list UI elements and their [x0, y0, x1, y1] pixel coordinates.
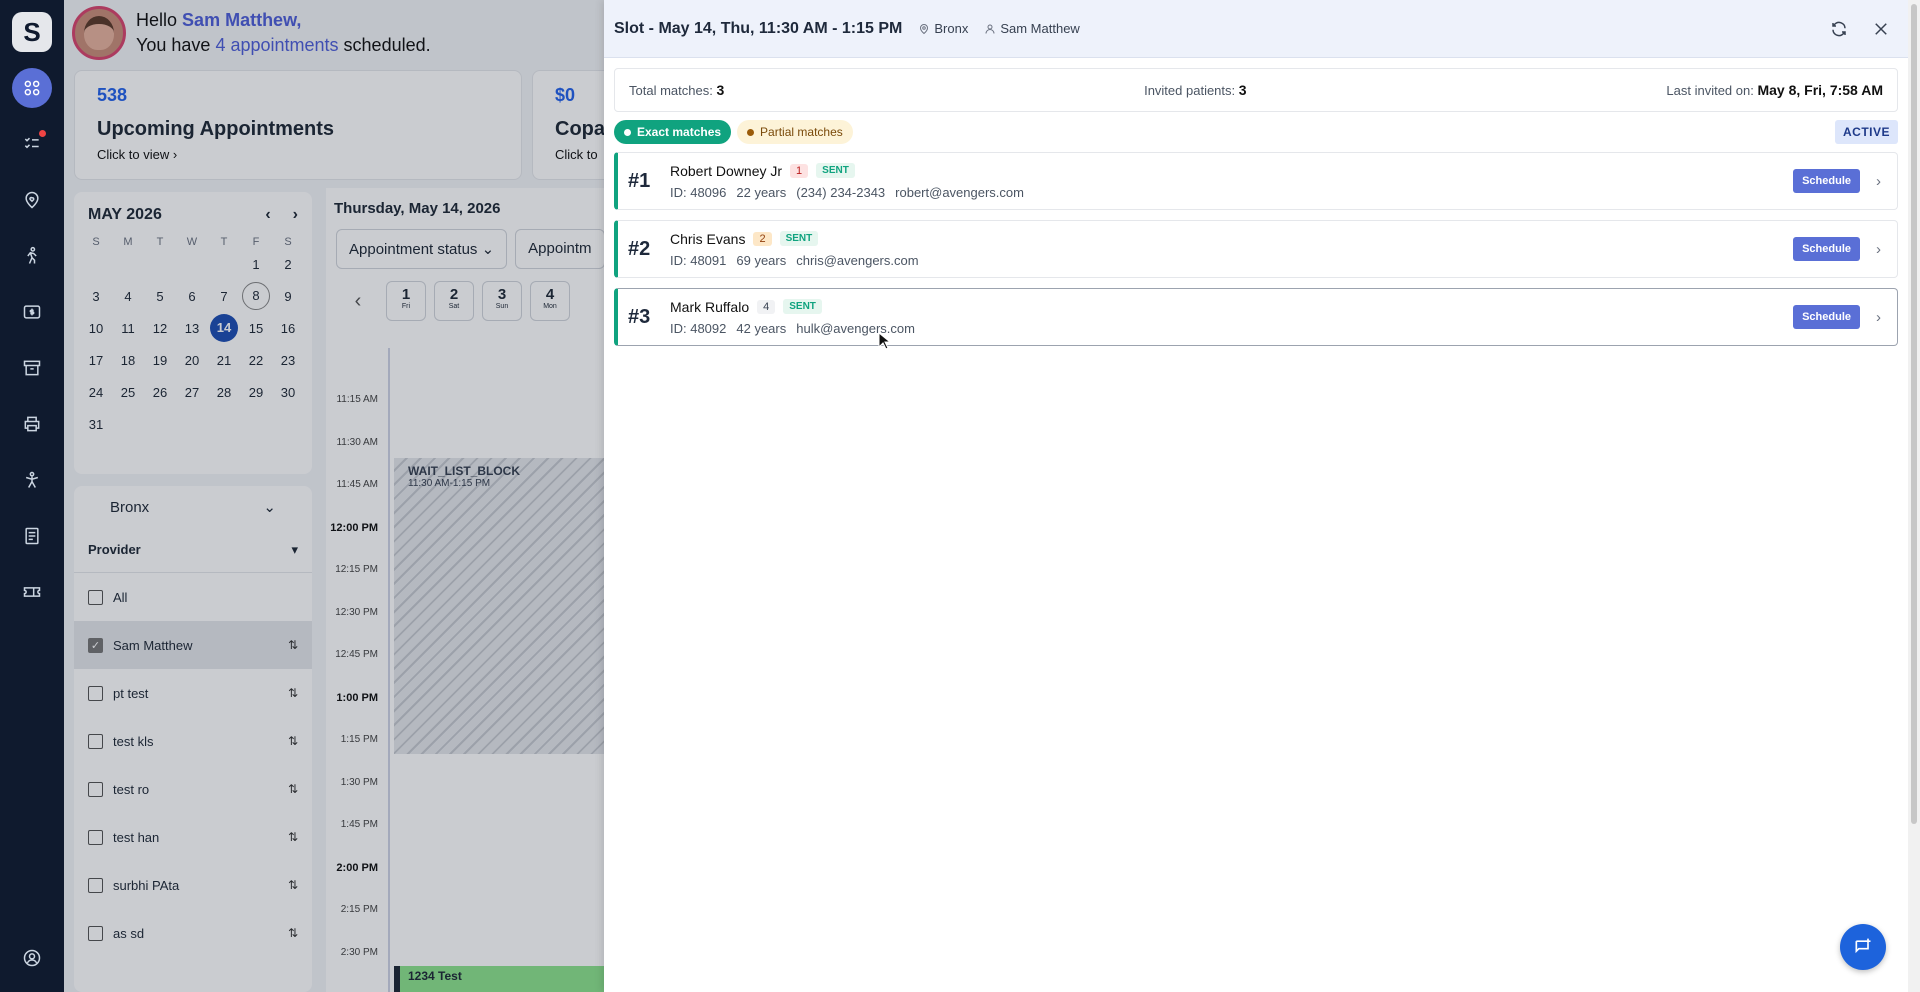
match-list: #1 Robert Downey Jr 1 SENT ID: 48096 22 years… [614, 152, 1898, 346]
patient-header: Mark Ruffalo 4 SENT [670, 299, 1793, 315]
app-logo[interactable]: S [12, 12, 52, 52]
patient-details: ID: 48096 22 years (234) 234-2343 robert@av… [670, 185, 1793, 200]
chat-icon [1855, 938, 1871, 954]
location-heart-icon[interactable] [12, 180, 52, 220]
patient-info: Robert Downey Jr 1 SENT ID: 48096 22 years (2… [670, 163, 1793, 200]
refresh-icon[interactable] [1830, 20, 1848, 38]
scrollbar[interactable] [1908, 0, 1920, 992]
patient-header: Chris Evans 2 SENT [670, 231, 1793, 247]
notification-dot [39, 130, 46, 137]
schedule-button[interactable]: Schedule [1793, 305, 1860, 329]
match-row[interactable]: #3 Mark Ruffalo 4 SENT ID: 48092 42 years hulk… [614, 288, 1898, 346]
last-invited-label: Last invited on: [1666, 83, 1754, 98]
drawer-header: Slot - May 14, Thu, 11:30 AM - 1:15 PM B… [604, 0, 1908, 58]
priority-badge: 2 [753, 231, 772, 246]
sidebar: S [0, 0, 64, 992]
sent-badge: SENT [783, 299, 822, 314]
tab-label: Partial matches [760, 125, 843, 139]
sent-badge: SENT [779, 231, 819, 246]
patient-details: ID: 48092 42 years hulk@avengers.com [670, 321, 1793, 336]
patient-header: Robert Downey Jr 1 SENT [670, 163, 1793, 179]
patient-id: ID: 48092 [670, 320, 727, 336]
slot-provider: Sam Matthew [984, 21, 1080, 36]
close-icon[interactable] [1872, 20, 1890, 38]
match-row[interactable]: #1 Robert Downey Jr 1 SENT ID: 48096 22 years… [614, 152, 1898, 210]
match-rank: #2 [628, 237, 651, 260]
chevron-right-icon[interactable]: › [1876, 241, 1881, 258]
patient-age: 22 years [736, 184, 787, 200]
patient-id: ID: 48096 [670, 184, 727, 200]
patient-email: robert@avengers.com [895, 184, 1024, 200]
patient-email: hulk@avengers.com [796, 320, 915, 336]
schedule-button[interactable]: Schedule [1793, 169, 1860, 193]
document-icon[interactable] [12, 516, 52, 556]
match-row[interactable]: #2 Chris Evans 2 SENT ID: 48091 69 years chris… [614, 220, 1898, 278]
billing-icon[interactable] [12, 292, 52, 332]
schedule-button[interactable]: Schedule [1793, 237, 1860, 261]
match-summary: Total matches: 3 Invited patients: 3 Las… [614, 68, 1898, 112]
patient-phone: (234) 234-2343 [796, 184, 886, 200]
location-text: Bronx [934, 21, 969, 36]
user-circle-icon[interactable] [12, 938, 52, 978]
patient-info: Chris Evans 2 SENT ID: 48091 69 years chris@a… [670, 231, 1793, 268]
patient-age: 69 years [736, 252, 787, 268]
patient-name[interactable]: Mark Ruffalo [670, 299, 749, 315]
tab-label: Exact matches [637, 125, 722, 139]
slot-drawer: Slot - May 14, Thu, 11:30 AM - 1:15 PM B… [604, 0, 1908, 992]
chevron-right-icon[interactable]: › [1876, 309, 1881, 326]
patient-email: chris@avengers.com [796, 252, 919, 268]
invited-patients-label: Invited patients: [1144, 83, 1236, 98]
patient-name[interactable]: Robert Downey Jr [670, 163, 782, 179]
chevron-right-icon[interactable]: › [1876, 173, 1881, 190]
dashboard-icon[interactable] [12, 68, 52, 108]
task-list-icon[interactable] [12, 124, 52, 164]
total-matches-value: 3 [716, 82, 725, 98]
match-rank: #1 [628, 169, 651, 192]
patient-id: ID: 48091 [670, 252, 727, 268]
tab-exact-matches[interactable]: Exact matches [614, 120, 732, 144]
patient-details: ID: 48091 69 years chris@avengers.com [670, 253, 1793, 268]
patient-age: 42 years [736, 320, 787, 336]
tab-partial-matches[interactable]: Partial matches [737, 120, 853, 144]
invited-patients-value: 3 [1238, 82, 1247, 98]
total-matches-label: Total matches: [629, 83, 713, 98]
ticket-icon[interactable] [12, 572, 52, 612]
printer-icon[interactable] [12, 404, 52, 444]
match-rank: #3 [628, 305, 651, 328]
priority-badge: 1 [790, 163, 809, 178]
exercise-icon[interactable] [12, 460, 52, 500]
person-icon [985, 24, 995, 34]
modal-backdrop[interactable] [64, 0, 604, 992]
walking-person-icon[interactable] [12, 236, 52, 276]
sent-badge: SENT [816, 163, 855, 178]
provider-text: Sam Matthew [1000, 21, 1080, 36]
drawer-title: Slot - May 14, Thu, 11:30 AM - 1:15 PM [614, 19, 903, 37]
status-badge: ACTIVE [1834, 120, 1898, 144]
location-pin-icon [920, 23, 929, 34]
slot-location: Bronx [918, 21, 968, 36]
last-invited-value: May 8, Fri, 7:58 AM [1757, 82, 1883, 98]
archive-icon[interactable] [12, 348, 52, 388]
patient-name[interactable]: Chris Evans [670, 231, 745, 247]
mouse-cursor-icon [878, 332, 890, 350]
patient-info: Mark Ruffalo 4 SENT ID: 48092 42 years hulk@a… [670, 299, 1793, 336]
priority-badge: 4 [757, 299, 776, 314]
match-tabs: Exact matches Partial matches ACTIVE [614, 120, 1898, 144]
chat-button[interactable] [1840, 924, 1886, 970]
